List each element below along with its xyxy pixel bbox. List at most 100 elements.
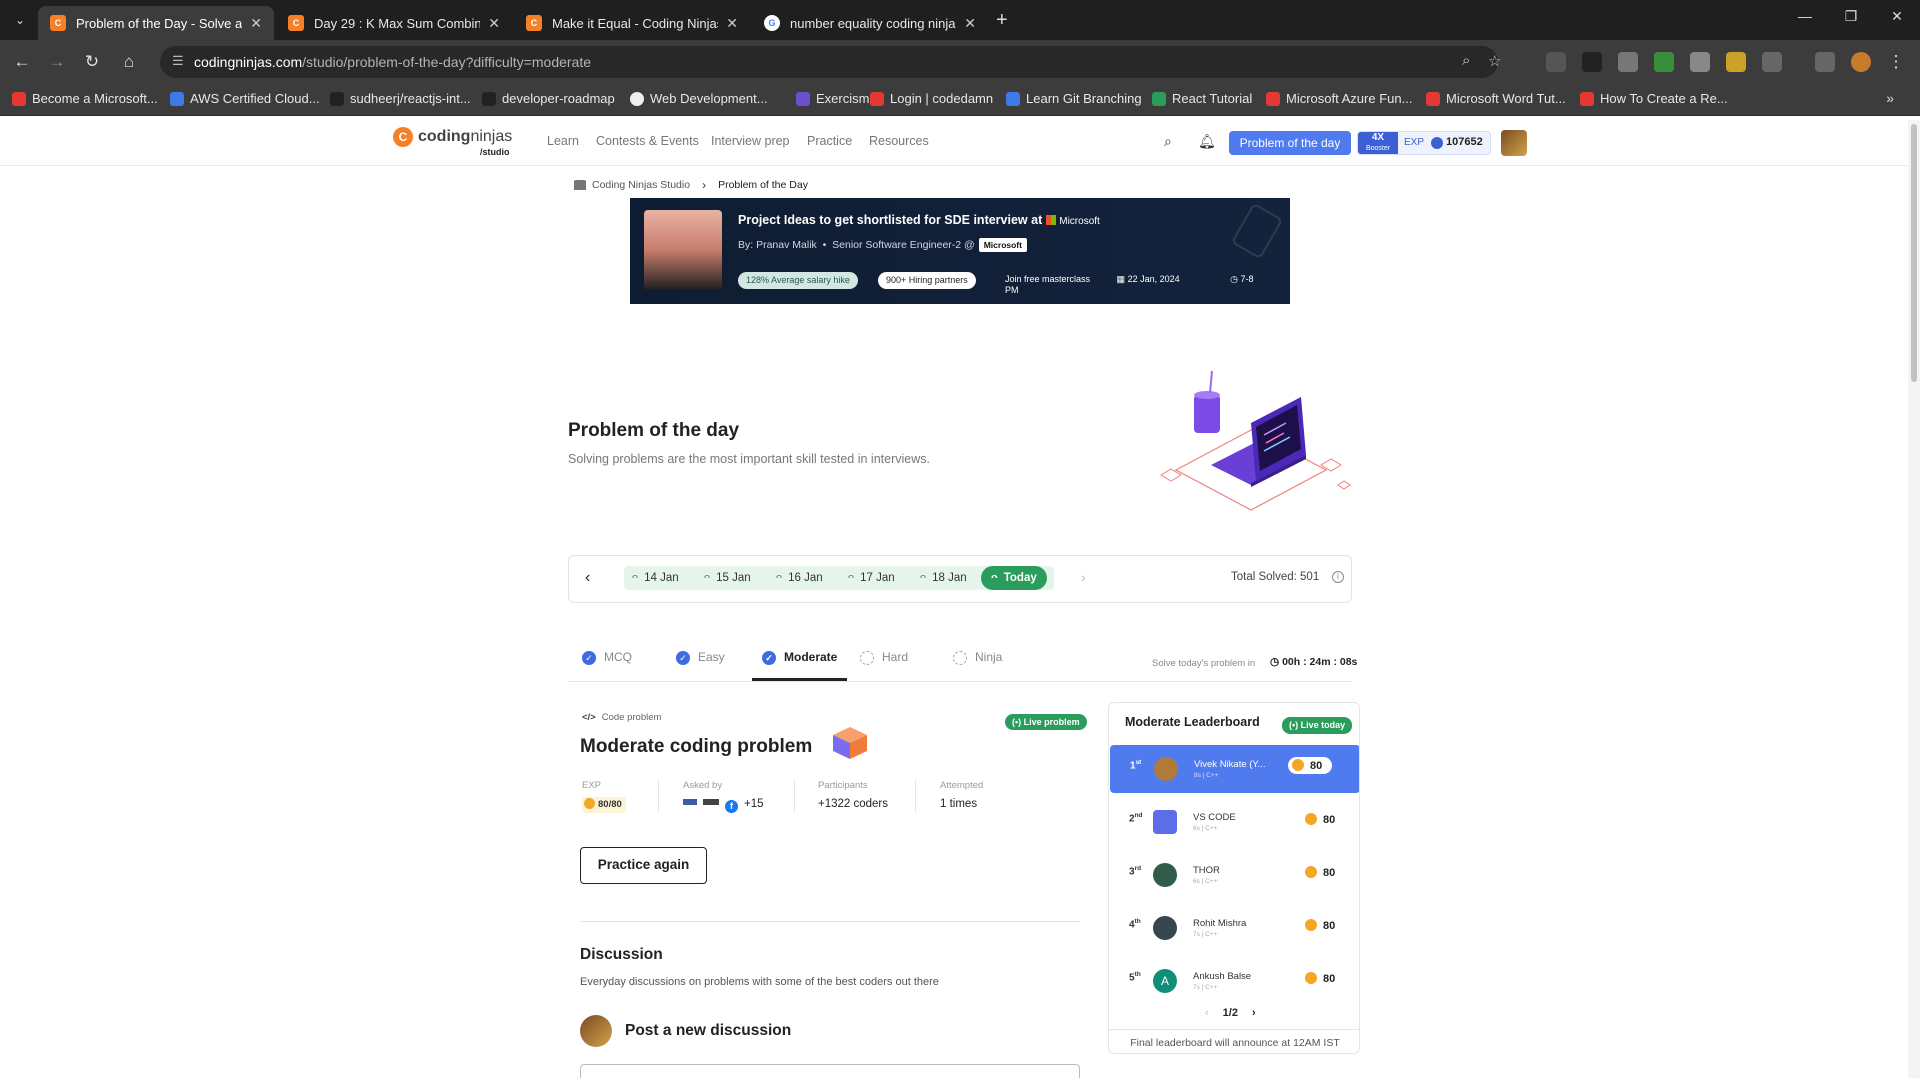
- tab-easy[interactable]: ✓ Easy: [676, 650, 725, 681]
- next-page-icon[interactable]: ›: [1252, 1007, 1256, 1019]
- leaderboard-row[interactable]: 5th A Ankush Balse 7s | C++ 80: [1109, 957, 1359, 1005]
- logo-studio: /studio: [480, 147, 510, 157]
- tab-mcq[interactable]: ✓ MCQ: [582, 650, 632, 681]
- practice-again-button[interactable]: Practice again: [580, 847, 707, 884]
- menu-dots-icon[interactable]: ⋮: [1884, 50, 1908, 74]
- bookmark-item[interactable]: developer-roadmap: [482, 91, 615, 106]
- date-item[interactable]: ᴖ 15 Jan: [704, 566, 751, 590]
- bookmark-item[interactable]: React Tutorial: [1152, 91, 1252, 106]
- git-branching-icon: [1006, 91, 1020, 106]
- bookmark-item[interactable]: Web Development...: [630, 91, 768, 106]
- search-icon[interactable]: ⌕: [1164, 133, 1172, 150]
- speaker-photo: [644, 210, 722, 290]
- nav-resources[interactable]: Resources: [869, 134, 929, 148]
- extension-icon[interactable]: [1690, 52, 1710, 72]
- site-info-icon[interactable]: ☰: [172, 53, 184, 69]
- score: 80: [1305, 972, 1335, 985]
- scrollbar-thumb[interactable]: [1911, 124, 1917, 382]
- address-bar[interactable]: ☰ codingninjas.com/studio/problem-of-the…: [160, 46, 1501, 78]
- bookmark-item[interactable]: Learn Git Branching: [1006, 91, 1142, 106]
- more-bookmarks-icon[interactable]: »: [1886, 90, 1894, 106]
- bookmark-item[interactable]: Become a Microsoft...: [12, 91, 158, 106]
- bookmark-item[interactable]: Microsoft Azure Fun...: [1266, 91, 1412, 106]
- date-strip: ᴖ 14 Jan ᴖ 15 Jan ᴖ 16 Jan ᴖ 17 Jan ᴖ 18 Jan …: [624, 566, 1054, 590]
- discussion-input[interactable]: [580, 1064, 1080, 1078]
- divider: [915, 780, 916, 812]
- tab-k-max-sum[interactable]: C Day 29 : K Max Sum Combinatio ✕: [276, 6, 512, 40]
- tab-hard[interactable]: Hard: [860, 650, 908, 681]
- extension-icon[interactable]: [1726, 52, 1746, 72]
- tab-search-icon[interactable]: ⌄: [8, 8, 32, 32]
- minimize-icon[interactable]: —: [1790, 8, 1820, 24]
- problem-of-the-day-button[interactable]: Problem of the day: [1229, 131, 1351, 155]
- bookmark-item[interactable]: Microsoft Word Tut...: [1426, 91, 1566, 106]
- date-item[interactable]: ᴖ 18 Jan: [920, 566, 967, 590]
- leaderboard-row[interactable]: 2nd VS CODE 6s | C++ 80: [1109, 798, 1359, 846]
- date-item-today[interactable]: ᴖ Today: [981, 566, 1047, 590]
- extension-icon[interactable]: [1582, 52, 1602, 72]
- side-panel-icon[interactable]: [1815, 52, 1835, 72]
- leaderboard-row[interactable]: 1st Vivek Nikate (Y... 8s | C++ 80: [1110, 745, 1359, 793]
- tab-ninja[interactable]: Ninja: [953, 650, 1002, 681]
- forward-icon[interactable]: →: [45, 50, 69, 74]
- close-tab-icon[interactable]: ✕: [488, 15, 500, 32]
- coding-ninjas-logo[interactable]: C codingninjas /studio: [393, 127, 513, 157]
- nav-practice[interactable]: Practice: [807, 134, 852, 148]
- date-item[interactable]: ᴖ 16 Jan: [776, 566, 823, 590]
- bookmark-item[interactable]: Login | codedamn: [870, 91, 993, 106]
- home-icon[interactable]: ⌂: [117, 50, 141, 74]
- problem-type: </> Code problem: [582, 712, 662, 723]
- zoom-search-icon[interactable]: ⌕: [1462, 52, 1470, 69]
- notification-bell-icon[interactable]: 🔔︎: [1198, 133, 1216, 150]
- date-item[interactable]: ᴖ 17 Jan: [848, 566, 895, 590]
- leaderboard-row[interactable]: 3rd THOR 6s | C++ 80: [1109, 851, 1359, 899]
- tab-moderate[interactable]: ✓ Moderate: [752, 650, 848, 681]
- nav-contests-events[interactable]: Contests & Events: [596, 134, 699, 148]
- extensions-puzzle-icon[interactable]: [1762, 52, 1782, 72]
- tab-google-search[interactable]: G number equality coding ninjas ✕: [752, 6, 988, 40]
- previous-dates-icon[interactable]: ‹: [585, 569, 590, 587]
- logo-text: codingninjas: [418, 128, 513, 145]
- breadcrumb-root[interactable]: Coding Ninjas Studio: [592, 179, 690, 191]
- reload-icon[interactable]: ↻: [80, 50, 104, 74]
- coin-icon: [1305, 972, 1317, 984]
- tab-problem-of-the-day[interactable]: C Problem of the Day - Solve a N ✕: [38, 6, 274, 40]
- bookmark-star-icon[interactable]: ☆: [1488, 52, 1501, 70]
- close-tab-icon[interactable]: ✕: [964, 15, 976, 32]
- profile-avatar[interactable]: [1851, 52, 1871, 72]
- previous-page-icon[interactable]: ‹: [1205, 1007, 1209, 1019]
- browser-tab-strip: ⌄ C Problem of the Day - Solve a N ✕ C D…: [0, 0, 1920, 40]
- close-tab-icon[interactable]: ✕: [726, 15, 738, 32]
- back-icon[interactable]: ←: [10, 50, 34, 74]
- close-window-icon[interactable]: ✕: [1882, 8, 1912, 25]
- leaderboard-row[interactable]: 4th Rohit Mishra 7s | C++ 80: [1109, 904, 1359, 952]
- asked-by-companies: f +15: [683, 798, 764, 813]
- page-scrollbar[interactable]: [1908, 120, 1920, 1078]
- nav-learn[interactable]: Learn: [547, 134, 579, 148]
- exp-counter[interactable]: 4X Booster EXP 107652: [1357, 131, 1491, 155]
- divider: [658, 780, 659, 812]
- info-icon[interactable]: i: [1332, 571, 1344, 583]
- exercism-icon: [796, 91, 810, 106]
- bookmark-item[interactable]: How To Create a Re...: [1580, 91, 1728, 106]
- banner-footer: Join free masterclass ▦ 22 Jan, 2024 ◷ 7…: [1005, 274, 1290, 295]
- empty-circle-icon: [953, 651, 967, 665]
- cube-illustration: [833, 727, 867, 759]
- nav-interview-prep[interactable]: Interview prep: [711, 134, 790, 148]
- new-tab-icon[interactable]: +: [996, 9, 1008, 32]
- extension-icon[interactable]: [1654, 52, 1674, 72]
- restore-icon[interactable]: ❐: [1836, 8, 1866, 25]
- tab-make-it-equal[interactable]: C Make it Equal - Coding Ninjas ✕: [514, 6, 750, 40]
- masterclass-banner[interactable]: Project Ideas to get shortlisted for SDE…: [630, 198, 1290, 304]
- chevron-right-icon: ›: [702, 178, 707, 192]
- bookmark-item[interactable]: sudheerj/reactjs-int...: [330, 91, 471, 106]
- date-item[interactable]: ᴖ 14 Jan: [632, 566, 679, 590]
- extension-icon[interactable]: [1546, 52, 1566, 72]
- extension-icon[interactable]: [1618, 52, 1638, 72]
- bookmark-item[interactable]: AWS Certified Cloud...: [170, 91, 320, 106]
- next-dates-icon[interactable]: ›: [1081, 569, 1086, 585]
- ninja-logo-icon: C: [393, 127, 413, 147]
- close-tab-icon[interactable]: ✕: [250, 15, 262, 32]
- user-avatar[interactable]: [1501, 130, 1527, 156]
- bookmark-item[interactable]: Exercism: [796, 91, 869, 106]
